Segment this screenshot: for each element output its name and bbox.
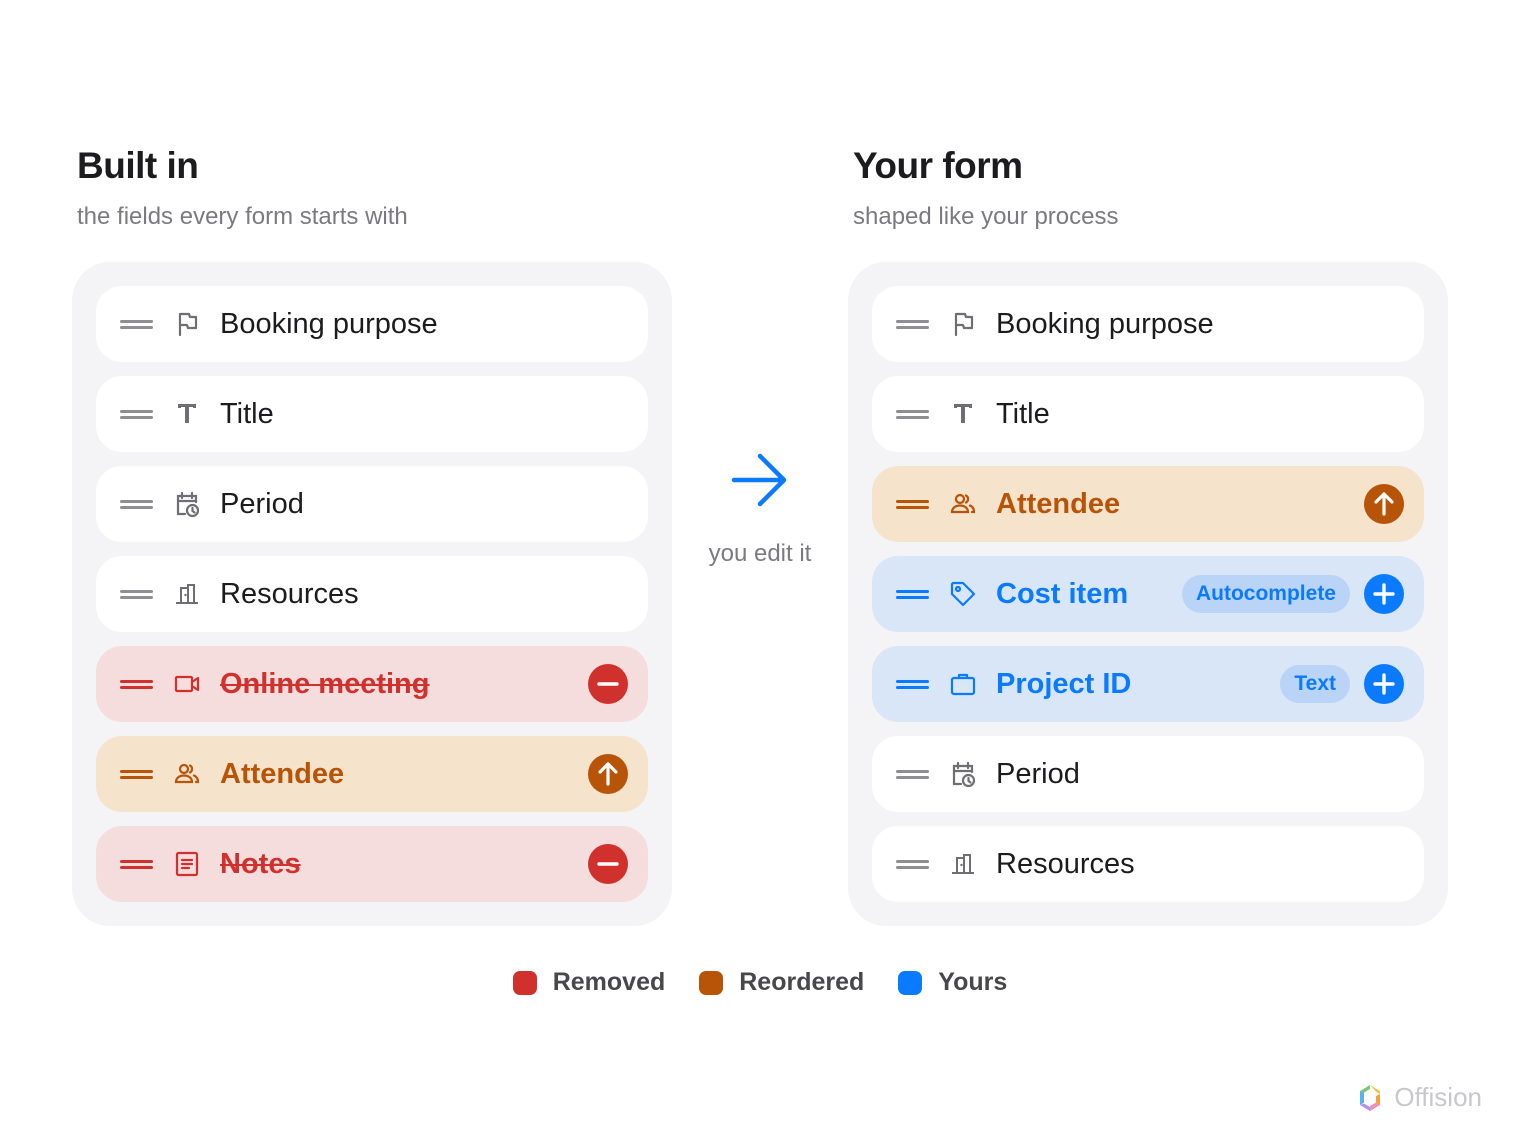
offision-logo-icon <box>1358 1084 1382 1112</box>
field-type-badge: Text <box>1280 665 1350 703</box>
field-label: Booking purpose <box>220 308 438 340</box>
drag-handle-icon[interactable] <box>120 770 153 779</box>
arrow-up-icon[interactable] <box>588 754 628 794</box>
field-label: Online meeting <box>220 668 430 700</box>
field-row-booking-purpose[interactable]: Booking purpose <box>96 286 648 362</box>
legend-label: Reordered <box>739 968 865 996</box>
field-row-booking-purpose[interactable]: Booking purpose <box>872 286 1424 362</box>
drag-handle-icon[interactable] <box>120 320 153 329</box>
people-icon <box>949 490 977 518</box>
field-row-notes[interactable]: Notes <box>96 826 648 902</box>
legend-swatch <box>699 970 724 995</box>
drag-handle-icon[interactable] <box>896 860 929 869</box>
door-icon <box>173 580 201 608</box>
left-column-title: Built in <box>77 145 199 186</box>
briefcase-icon <box>949 670 977 698</box>
drag-handle-icon[interactable] <box>120 500 153 509</box>
drag-handle-icon[interactable] <box>896 500 929 509</box>
drag-handle-icon[interactable] <box>120 410 153 419</box>
edit-caption: you edit it <box>708 540 812 567</box>
drag-handle-icon[interactable] <box>896 590 929 599</box>
flag-icon <box>173 310 201 338</box>
field-row-project-id[interactable]: Project ID Text <box>872 646 1424 722</box>
right-column-subtitle: shaped like your process <box>853 203 1119 230</box>
flag-icon <box>949 310 977 338</box>
plus-icon[interactable] <box>1364 664 1404 704</box>
right-column-header: Your form shaped like your process <box>853 144 1118 232</box>
field-label: Booking purpose <box>996 308 1214 340</box>
plus-icon[interactable] <box>1364 574 1404 614</box>
door-icon <box>949 850 977 878</box>
video-icon <box>173 670 201 698</box>
drag-handle-icon[interactable] <box>896 680 929 689</box>
legend-swatch <box>512 970 537 995</box>
drag-handle-icon[interactable] <box>120 590 153 599</box>
tag-icon <box>949 580 977 608</box>
legend-swatch <box>898 970 923 995</box>
legend: Removed Reordered Yours <box>0 968 1520 997</box>
left-column-subtitle: the fields every form starts with <box>77 203 408 230</box>
legend-label: Yours <box>938 968 1008 996</box>
field-label: Resources <box>220 578 359 610</box>
field-row-resources[interactable]: Resources <box>872 826 1424 902</box>
drag-handle-icon[interactable] <box>896 410 929 419</box>
field-label: Period <box>220 488 304 520</box>
arrow-up-icon[interactable] <box>1364 484 1404 524</box>
right-column-title: Your form <box>853 145 1023 186</box>
field-row-cost-item[interactable]: Cost item Autocomplete <box>872 556 1424 632</box>
field-row-period[interactable]: Period <box>96 466 648 542</box>
drag-handle-icon[interactable] <box>896 770 929 779</box>
field-label: Title <box>996 398 1050 430</box>
legend-label: Removed <box>552 968 666 996</box>
arrow-right-icon <box>730 452 790 508</box>
field-row-online-meeting[interactable]: Online meeting <box>96 646 648 722</box>
legend-item-removed: Removed <box>512 968 666 997</box>
field-row-attendee[interactable]: Attendee <box>96 736 648 812</box>
brand: Offision <box>1358 1082 1482 1113</box>
field-label: Resources <box>996 848 1135 880</box>
field-label: Period <box>996 758 1080 790</box>
drag-handle-icon[interactable] <box>896 320 929 329</box>
field-label: Attendee <box>996 488 1121 520</box>
field-label: Cost item <box>996 578 1129 610</box>
left-column-header: Built in the fields every form starts wi… <box>77 144 408 232</box>
document-icon <box>173 850 201 878</box>
minus-icon[interactable] <box>588 844 628 884</box>
field-row-period[interactable]: Period <box>872 736 1424 812</box>
drag-handle-icon[interactable] <box>120 860 153 869</box>
field-label: Attendee <box>220 758 345 790</box>
minus-icon[interactable] <box>588 664 628 704</box>
field-row-title[interactable]: Title <box>96 376 648 452</box>
field-row-resources[interactable]: Resources <box>96 556 648 632</box>
drag-handle-icon[interactable] <box>120 680 153 689</box>
text-icon <box>173 400 201 428</box>
people-icon <box>173 760 201 788</box>
field-label: Project ID <box>996 668 1132 700</box>
brand-name: Offision <box>1394 1082 1482 1112</box>
calendar-clock-icon <box>173 490 201 518</box>
calendar-clock-icon <box>949 760 977 788</box>
field-label: Notes <box>220 848 301 880</box>
field-row-attendee[interactable]: Attendee <box>872 466 1424 542</box>
field-label: Title <box>220 398 274 430</box>
left-field-list: Booking purpose Title Period Resources O… <box>72 262 672 926</box>
legend-item-yours: Yours <box>898 968 1007 997</box>
text-icon <box>949 400 977 428</box>
legend-item-reordered: Reordered <box>699 968 864 997</box>
right-field-list: Booking purpose Title Attendee Cost item… <box>848 262 1448 926</box>
field-type-badge: Autocomplete <box>1181 575 1350 613</box>
field-row-title[interactable]: Title <box>872 376 1424 452</box>
